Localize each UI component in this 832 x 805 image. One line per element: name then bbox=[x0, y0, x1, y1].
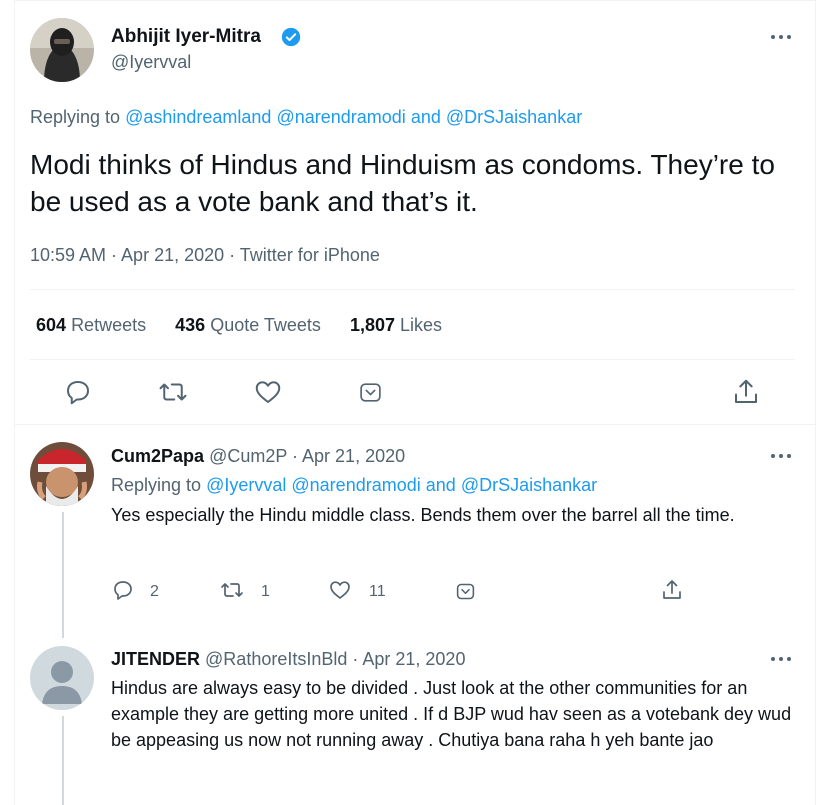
tweet-text: Modi thinks of Hindus and Hinduism as co… bbox=[30, 149, 775, 217]
and-word: and bbox=[410, 107, 441, 127]
like-count: 11 bbox=[369, 583, 386, 600]
more-icon[interactable] bbox=[769, 31, 793, 43]
mention-link[interactable]: @ashindreamland bbox=[125, 107, 271, 127]
replying-prefix: Replying to bbox=[111, 475, 202, 495]
share-icon[interactable] bbox=[660, 578, 684, 602]
likes-stat[interactable]: 1,807 Likes bbox=[350, 314, 442, 336]
retweet-icon[interactable] bbox=[158, 377, 188, 407]
divider bbox=[15, 424, 816, 425]
reply-count: 2 bbox=[150, 583, 159, 600]
and-word: and bbox=[425, 475, 456, 495]
mention-link[interactable]: @narendramodi bbox=[291, 475, 420, 495]
save-icon[interactable] bbox=[358, 380, 383, 405]
save-icon[interactable] bbox=[455, 581, 476, 602]
reply-icon[interactable] bbox=[63, 377, 93, 407]
divider bbox=[30, 359, 795, 360]
replying-prefix: Replying to bbox=[30, 107, 121, 127]
reply-header: Cum2Papa @Cum2P · Apr 21, 2020 bbox=[111, 445, 405, 467]
divider bbox=[30, 289, 795, 290]
reply-icon[interactable] bbox=[111, 578, 135, 602]
reply-author-name[interactable]: JITENDER bbox=[111, 649, 200, 669]
reply-header: JITENDER @RathoreItsInBld · Apr 21, 2020 bbox=[111, 648, 465, 670]
reply-handle-date[interactable]: @Cum2P · Apr 21, 2020 bbox=[209, 446, 405, 466]
tweet-timestamp[interactable]: 10:59 AM · Apr 21, 2020 · Twitter for iP… bbox=[30, 244, 380, 266]
retweets-stat[interactable]: 604 Retweets bbox=[36, 314, 146, 336]
reply-author-name[interactable]: Cum2Papa bbox=[111, 446, 204, 466]
author-name[interactable]: Abhijit Iyer-Mitra bbox=[111, 25, 261, 49]
reply-avatar[interactable] bbox=[30, 442, 94, 506]
mention-link[interactable]: @narendramodi bbox=[276, 107, 405, 127]
retweet-icon[interactable] bbox=[220, 578, 244, 602]
replying-to-line: Replying to @Iyervval @narendramodi and … bbox=[111, 474, 597, 496]
mention-link[interactable]: @DrSJaishankar bbox=[446, 107, 582, 127]
author-avatar[interactable] bbox=[30, 18, 94, 82]
reply-text: Yes especially the Hindu middle class. B… bbox=[111, 505, 735, 525]
reply-text: Hindus are always easy to be divided . J… bbox=[111, 678, 792, 750]
mention-link[interactable]: @DrSJaishankar bbox=[461, 475, 597, 495]
mention-link[interactable]: @Iyervval bbox=[206, 475, 286, 495]
verified-icon bbox=[281, 27, 301, 47]
reply-avatar[interactable] bbox=[30, 646, 94, 710]
retweet-count: 1 bbox=[261, 583, 270, 600]
more-icon[interactable] bbox=[769, 450, 793, 462]
tweet-stats: 604 Retweets 436 Quote Tweets 1,807 Like… bbox=[36, 314, 466, 336]
more-icon[interactable] bbox=[769, 653, 793, 665]
like-icon[interactable] bbox=[328, 578, 352, 602]
quote-tweets-stat[interactable]: 436 Quote Tweets bbox=[175, 314, 321, 336]
like-icon[interactable] bbox=[253, 377, 283, 407]
share-icon[interactable] bbox=[731, 377, 761, 407]
author-handle[interactable]: @Iyervval bbox=[111, 51, 191, 73]
replying-to-line: Replying to @ashindreamland @narendramod… bbox=[30, 106, 582, 128]
thread-line bbox=[62, 512, 64, 638]
reply-handle-date[interactable]: @RathoreItsInBld · Apr 21, 2020 bbox=[205, 649, 465, 669]
thread-line bbox=[62, 716, 64, 805]
